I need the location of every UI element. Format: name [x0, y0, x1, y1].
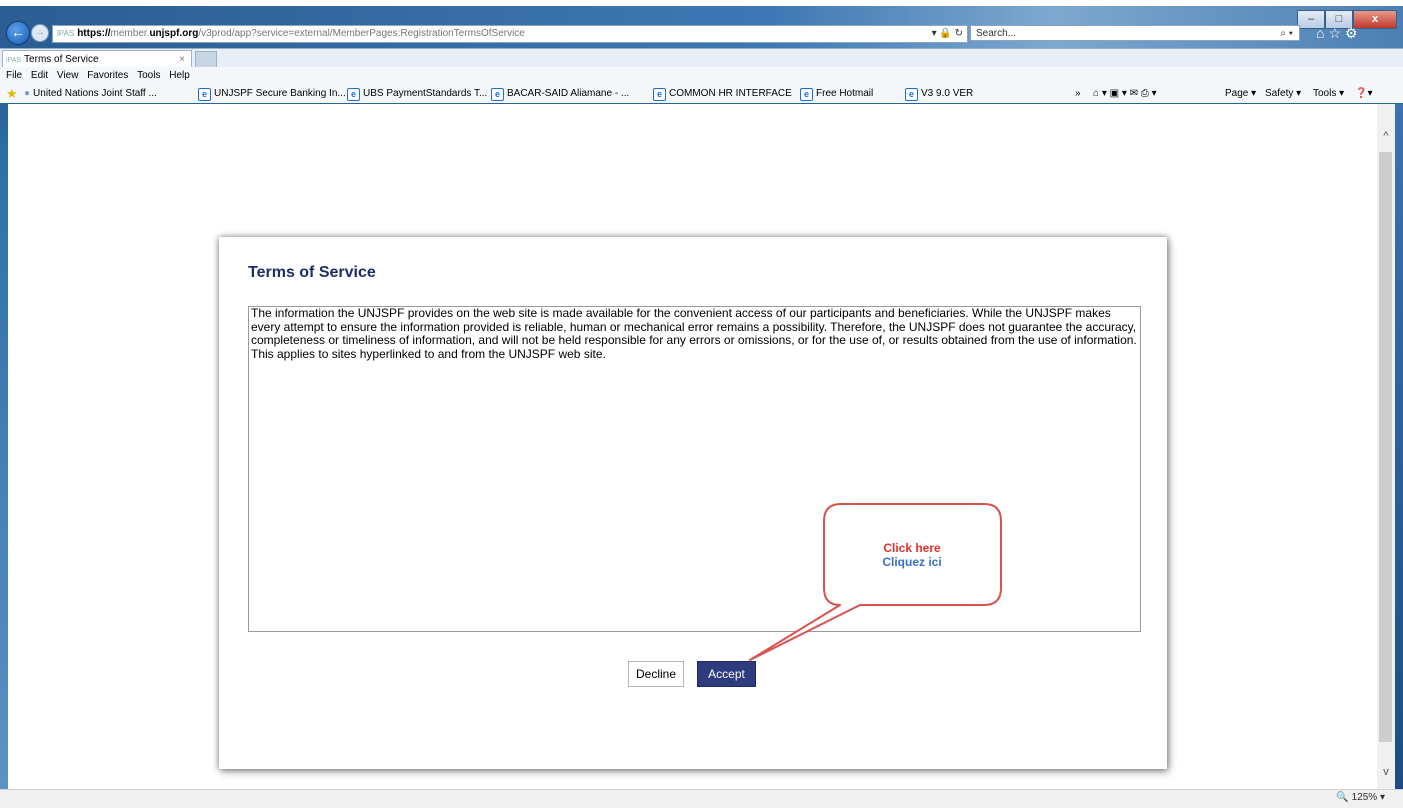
callout-shape — [749, 503, 1002, 661]
callout-line-en: Click here — [883, 541, 941, 555]
callout-bubble — [749, 503, 1002, 661]
callout-line-fr: Cliquez ici — [882, 555, 942, 569]
callout-text: Click here Cliquez ici — [826, 541, 998, 569]
